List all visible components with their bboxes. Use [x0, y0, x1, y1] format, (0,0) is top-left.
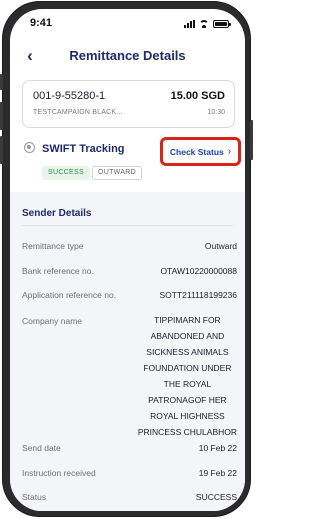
nav-header: ‹ Remittance Details — [10, 45, 245, 69]
account-number: 001-9-55280-1 — [33, 90, 106, 102]
detail-value: OTAW10220000088 — [160, 266, 237, 276]
chevron-right-icon: › — [227, 145, 232, 157]
company-name-line: THE ROYAL — [163, 379, 212, 389]
signal-icon — [184, 20, 195, 28]
detail-value: SOTT211118199236 — [159, 290, 237, 300]
battery-icon — [213, 20, 231, 28]
company-name-line: PATRONAGOF HER — [148, 395, 227, 405]
phone-frame: 9:41 ‹ Remittance Details 001-9-55280-1 … — [0, 1, 253, 517]
detail-label: Send date — [22, 443, 61, 453]
detail-value: Outward — [204, 241, 237, 251]
volume-up-button — [0, 102, 3, 130]
detail-label: Status — [22, 492, 47, 502]
company-name-line: TIPPIMARN FOR — [154, 315, 221, 325]
company-name-line: ABANDONED AND — [150, 331, 225, 341]
amount: 15.00 SGD — [170, 90, 225, 102]
section-divider — [22, 225, 233, 226]
volume-down-button — [0, 136, 3, 164]
check-status-label: Check Status — [169, 146, 224, 157]
company-name-line: FOUNDATION UNDER — [143, 363, 232, 373]
detail-label: Company name — [22, 316, 83, 326]
status-icons — [184, 20, 231, 28]
campaign-name: TESTCAMPAIGN BLACK... — [33, 109, 123, 116]
detail-value: SUCCESS — [195, 492, 237, 502]
company-name-line: ROYAL HIGHNESS — [150, 411, 225, 421]
power-button — [250, 120, 253, 160]
page-title: Remittance Details — [69, 48, 186, 63]
company-name-value: TIPPIMARN FOR ABANDONED AND SICKNESS ANI… — [138, 312, 237, 440]
detail-value: 10 Feb 22 — [198, 443, 237, 453]
direction-badge-outward: OUTWARD — [92, 166, 143, 180]
detail-label: Application reference no. — [22, 290, 117, 300]
detail-label: Remittance type — [22, 241, 84, 251]
remittance-summary-card: 001-9-55280-1 15.00 SGD TESTCAMPAIGN BLA… — [22, 80, 235, 128]
section-title-sender-details: Sender Details — [22, 208, 92, 219]
swift-tracking-title: SWIFT Tracking — [42, 143, 125, 155]
detail-label: Instruction received — [22, 468, 96, 478]
swift-globe-icon — [24, 142, 35, 153]
company-name-line: PRINCESS CHULABHOR — [137, 427, 237, 437]
transaction-time: 10:30 — [207, 109, 225, 116]
status-time: 9:41 — [30, 17, 53, 29]
app-screen: 9:41 ‹ Remittance Details 001-9-55280-1 … — [10, 9, 245, 511]
status-bar: 9:41 — [10, 9, 245, 37]
detail-value: 19 Feb 22 — [198, 468, 237, 478]
check-status-button[interactable]: Check Status › — [160, 137, 241, 166]
detail-label: Bank reference no. — [22, 266, 94, 276]
mute-switch — [0, 74, 3, 90]
company-name-line: SICKNESS ANIMALS — [146, 347, 229, 357]
wifi-icon — [199, 20, 209, 28]
status-badge-success: SUCCESS — [42, 166, 90, 180]
